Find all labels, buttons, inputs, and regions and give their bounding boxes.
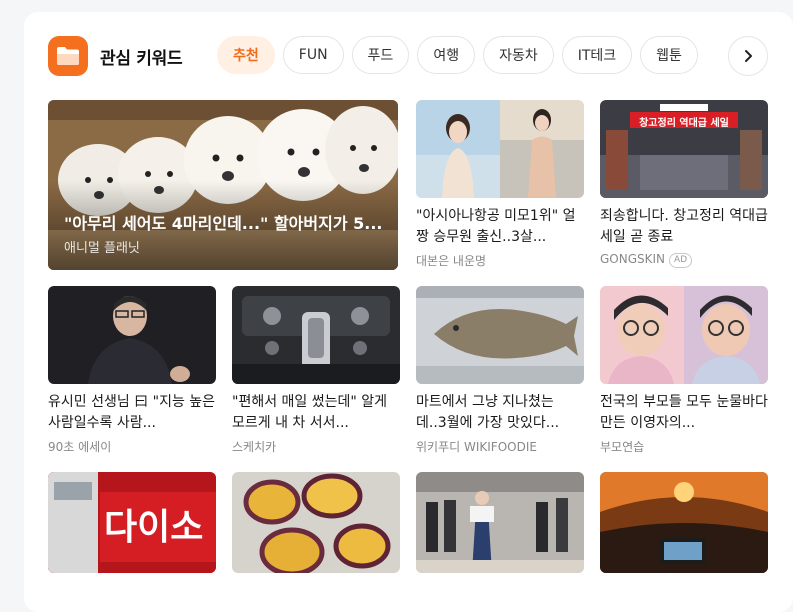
chip-fun[interactable]: FUN bbox=[282, 36, 344, 74]
ad-title: 죄송합니다. 창고정리 역대급 세일 곧 종료 bbox=[600, 208, 768, 245]
article-title: 전국의 부모들 모두 눈물바다 만든 이영자의... bbox=[600, 394, 768, 431]
ad-source-name: GONGSKIN bbox=[600, 252, 666, 266]
chip-webtoon[interactable]: 웹툰 bbox=[640, 36, 698, 74]
article-card[interactable]: 마트에서 그냥 지나쳤는데..3월에 가장 맛있다... 위키푸디 WIKIFO… bbox=[416, 286, 584, 456]
ad-badge: AD bbox=[669, 253, 693, 268]
article-card[interactable]: "편해서 매일 썼는데" 알게 모르게 내 차 서서... 스케치카 bbox=[232, 286, 400, 456]
article-card[interactable] bbox=[232, 472, 400, 573]
article-card[interactable]: 유시민 선생님 曰 "지능 높은 사람일수록 사람... 90초 에세이 bbox=[48, 286, 216, 456]
chevron-right-icon bbox=[745, 50, 752, 62]
chip-car[interactable]: 자동차 bbox=[483, 36, 554, 74]
article-card[interactable]: "아시아나항공 미모1위" 얼짱 승무원 출신..3살... 대본은 내운명 bbox=[416, 100, 584, 270]
chip-food[interactable]: 푸드 bbox=[351, 36, 410, 74]
article-source: 위키푸디 WIKIFOODIE bbox=[416, 440, 537, 454]
hero-article[interactable]: "아무리 세어도 4마리인데..." 할아버지가 5... 애니멀 플래닛 bbox=[48, 100, 398, 270]
chip-it-tech[interactable]: IT테크 bbox=[561, 36, 633, 74]
article-thumbnail bbox=[232, 286, 400, 384]
chip-travel[interactable]: 여행 bbox=[417, 36, 476, 74]
article-card[interactable] bbox=[600, 472, 768, 573]
keyword-title: 관심 키워드 bbox=[100, 48, 183, 69]
folder-icon bbox=[48, 36, 88, 76]
article-title: "편해서 매일 썼는데" 알게 모르게 내 차 서서... bbox=[232, 394, 388, 431]
article-thumbnail bbox=[600, 286, 768, 384]
article-thumbnail: 다이소 bbox=[48, 472, 216, 573]
ad-source: GONGSKIN AD bbox=[600, 252, 693, 268]
article-thumbnail bbox=[416, 472, 584, 573]
article-thumbnail bbox=[416, 286, 584, 384]
keyword-header: 관심 키워드 bbox=[48, 36, 183, 76]
article-title: "아시아나항공 미모1위" 얼짱 승무원 출신..3살... bbox=[416, 208, 576, 245]
article-thumbnail bbox=[48, 286, 216, 384]
ad-thumbnail: 창고정리 역대급 세일 bbox=[600, 100, 768, 198]
hero-source: 애니멀 플래닛 bbox=[64, 241, 140, 256]
article-source: 90초 에세이 bbox=[48, 440, 112, 454]
article-source: 대본은 내운명 bbox=[416, 254, 487, 268]
article-thumbnail bbox=[232, 472, 400, 573]
article-title: 마트에서 그냥 지나쳤는데..3월에 가장 맛있다... bbox=[416, 394, 560, 431]
article-thumbnail bbox=[600, 472, 768, 573]
article-title: 유시민 선생님 曰 "지능 높은 사람일수록 사람... bbox=[48, 394, 216, 431]
article-card[interactable]: 전국의 부모들 모두 눈물바다 만든 이영자의... 부모연습 bbox=[600, 286, 768, 456]
article-source: 부모연습 bbox=[600, 440, 645, 454]
ad-card[interactable]: 창고정리 역대급 세일 죄송합니다. 창고정리 역대급 세일 곧 종료 GONG… bbox=[600, 100, 768, 270]
article-thumbnail bbox=[416, 100, 584, 198]
store-sign-text: 다이소 bbox=[104, 507, 204, 548]
article-source: 스케치카 bbox=[232, 440, 277, 454]
hero-title: "아무리 세어도 4마리인데..." 할아버지가 5... bbox=[64, 214, 383, 233]
article-card[interactable] bbox=[416, 472, 584, 573]
article-card[interactable]: 다이소 bbox=[48, 472, 216, 573]
keyword-chips: 추천 FUN 푸드 여행 자동차 IT테크 웹툰 bbox=[217, 36, 747, 76]
ad-banner-text: 창고정리 역대급 세일 bbox=[639, 118, 729, 129]
chips-next-button[interactable] bbox=[728, 36, 768, 76]
chip-recommend[interactable]: 추천 bbox=[217, 36, 275, 74]
